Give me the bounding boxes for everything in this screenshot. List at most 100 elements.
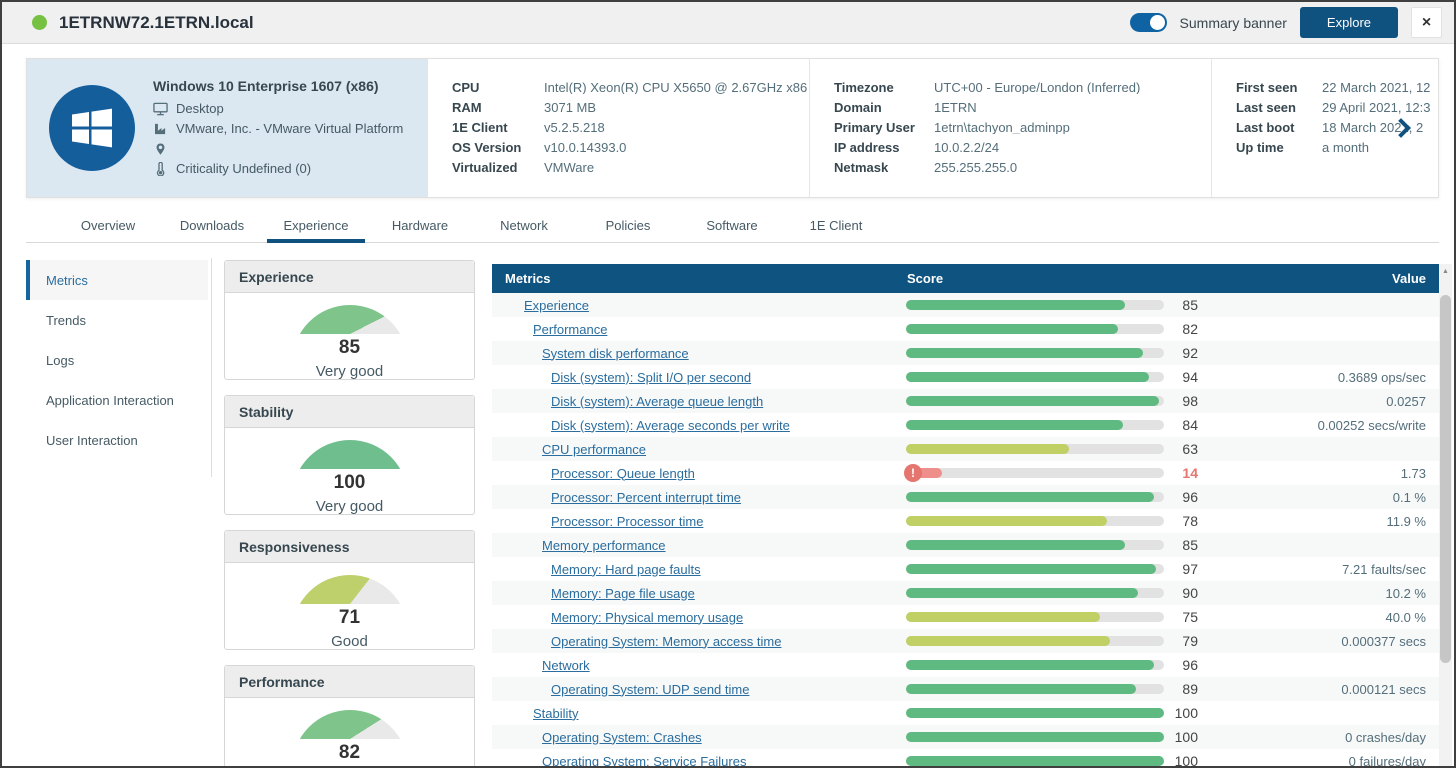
score-bar-fill	[906, 492, 1154, 502]
tab-experience[interactable]: Experience	[267, 208, 365, 242]
score-bar-track	[906, 732, 1164, 742]
score-bar-track	[906, 492, 1164, 502]
gauge-body: 71Good	[225, 563, 474, 650]
info-row-domain: Domain1ETRN	[834, 101, 1211, 114]
os-name: Windows 10 Enterprise 1607 (x86)	[153, 78, 403, 94]
metric-link[interactable]: System disk performance	[542, 346, 689, 361]
score-bar-fill	[906, 756, 1164, 766]
metric-row-performance: Performance 82	[492, 317, 1439, 341]
info-value: 3071 MB	[544, 101, 596, 114]
summary-banner-toggle[interactable]	[1130, 13, 1167, 32]
score-bar-track	[906, 372, 1164, 382]
score-cell: 98	[899, 393, 1207, 409]
info-label: Virtualized	[452, 161, 544, 174]
score-bar-fill	[906, 444, 1069, 454]
metric-link[interactable]: Processor: Processor time	[551, 514, 703, 529]
tab-overview[interactable]: Overview	[59, 208, 157, 242]
score-bar-fill	[906, 540, 1125, 550]
metric-row-system-disk-performance: System disk performance92	[492, 341, 1439, 365]
score-value: 96	[1164, 657, 1207, 673]
metrics-table-header: Metrics Score Value	[492, 264, 1439, 293]
explore-button[interactable]: Explore	[1300, 7, 1398, 38]
metric-link[interactable]: Memory: Physical memory usage	[551, 610, 743, 625]
sidebar-item-metrics[interactable]: Metrics	[26, 260, 208, 300]
tab-hardware[interactable]: Hardware	[371, 208, 469, 242]
info-value: 1etrn\tachyon_adminpp	[934, 121, 1070, 134]
score-value: 82	[1164, 321, 1207, 337]
score-bar-track	[906, 612, 1164, 622]
metric-link[interactable]: Operating System: Service Failures	[542, 754, 746, 768]
device-status-dot	[32, 15, 47, 30]
score-bar-track	[906, 444, 1164, 454]
metrics-table-body: Experience85Performance82System disk per…	[492, 293, 1439, 768]
metric-link[interactable]: Processor: Percent interrupt time	[551, 490, 741, 505]
info-value: 1ETRN	[934, 101, 977, 114]
metric-value: 1.73	[1207, 466, 1439, 481]
tab-software[interactable]: Software	[683, 208, 781, 242]
info-value: UTC+00 - Europe/London (Inferred)	[934, 81, 1140, 94]
metric-row-cpu-performance: CPU performance63	[492, 437, 1439, 461]
score-cell: 96	[899, 657, 1207, 673]
gauge-body: 100Very good	[225, 428, 474, 515]
metric-cell: Memory: Page file usage	[492, 586, 899, 601]
metric-row-disk-system-average-seconds-per-write: Disk (system): Average seconds per write…	[492, 413, 1439, 437]
sidebar-item-logs[interactable]: Logs	[26, 340, 208, 380]
scrollbar-up-arrow-icon[interactable]: ▲	[1439, 264, 1452, 278]
metric-link[interactable]: Network	[542, 658, 590, 673]
sidebar-item-user-interaction[interactable]: User Interaction	[26, 420, 208, 460]
info-row-virtualized: VirtualizedVMWare	[452, 161, 809, 174]
score-value: 98	[1164, 393, 1207, 409]
info-row-ip-address: IP address10.0.2.2/24	[834, 141, 1211, 154]
metric-link[interactable]: Stability	[533, 706, 579, 721]
score-bar-fill	[906, 732, 1164, 742]
metric-link[interactable]: Memory: Hard page faults	[551, 562, 701, 577]
info-row-ram: RAM3071 MB	[452, 101, 809, 114]
metric-row-disk-system-split-i-o-per-second: Disk (system): Split I/O per second940.3…	[492, 365, 1439, 389]
metric-link[interactable]: Operating System: Memory access time	[551, 634, 781, 649]
banner-specs-column: CPUIntel(R) Xeon(R) CPU X5650 @ 2.67GHz …	[428, 59, 809, 197]
metric-link[interactable]: Disk (system): Average queue length	[551, 394, 763, 409]
metric-cell: System disk performance	[492, 346, 899, 361]
tab-downloads[interactable]: Downloads	[163, 208, 261, 242]
metric-link[interactable]: Memory performance	[542, 538, 666, 553]
gauge-card-stability: Stability100Very good	[224, 395, 475, 515]
banner-network-column: TimezoneUTC+00 - Europe/London (Inferred…	[809, 59, 1211, 197]
tab-network[interactable]: Network	[475, 208, 573, 242]
score-bar-track	[906, 300, 1164, 310]
sidebar-item-application-interaction[interactable]: Application Interaction	[26, 380, 208, 420]
sidebar-item-trends[interactable]: Trends	[26, 300, 208, 340]
metric-link[interactable]: Operating System: Crashes	[542, 730, 702, 745]
gauge-experience: 85Very good	[292, 305, 408, 363]
info-row-first-seen: First seen22 March 2021, 12	[1236, 81, 1438, 94]
metric-value: 0.000121 secs	[1207, 682, 1439, 697]
metric-link[interactable]: Disk (system): Split I/O per second	[551, 370, 751, 385]
info-label: First seen	[1236, 81, 1322, 94]
metric-row-processor-percent-interrupt-time: Processor: Percent interrupt time960.1 %	[492, 485, 1439, 509]
tab-policies[interactable]: Policies	[579, 208, 677, 242]
metric-cell: Operating System: Crashes	[492, 730, 899, 745]
metric-link[interactable]: Memory: Page file usage	[551, 586, 695, 601]
score-bar-fill	[906, 396, 1159, 406]
metric-link[interactable]: Operating System: UDP send time	[551, 682, 749, 697]
info-row-os-version: OS Versionv10.0.14393.0	[452, 141, 809, 154]
scrollbar-thumb[interactable]	[1440, 295, 1451, 663]
metric-link[interactable]: Performance	[533, 322, 607, 337]
info-value: v10.0.14393.0	[544, 141, 626, 154]
metric-cell: Stability	[492, 706, 899, 721]
score-cell: 100	[899, 753, 1207, 768]
metric-cell: Operating System: UDP send time	[492, 682, 899, 697]
score-value: 100	[1164, 705, 1207, 721]
metric-link[interactable]: Processor: Queue length	[551, 466, 695, 481]
metric-value: 0.1 %	[1207, 490, 1439, 505]
metric-link[interactable]: Experience	[524, 298, 589, 313]
score-bar-track	[906, 516, 1164, 526]
metric-link[interactable]: CPU performance	[542, 442, 646, 457]
metric-cell: Disk (system): Average seconds per write	[492, 418, 899, 433]
tab-1e-client[interactable]: 1E Client	[787, 208, 885, 242]
metric-value: 0 crashes/day	[1207, 730, 1439, 745]
close-button[interactable]: ×	[1411, 7, 1442, 38]
metric-link[interactable]: Disk (system): Average seconds per write	[551, 418, 790, 433]
info-row-last-seen: Last seen29 April 2021, 12:3	[1236, 101, 1438, 114]
toggle-knob	[1150, 15, 1165, 30]
device-os-details: Windows 10 Enterprise 1607 (x86) Desktop…	[153, 78, 403, 179]
